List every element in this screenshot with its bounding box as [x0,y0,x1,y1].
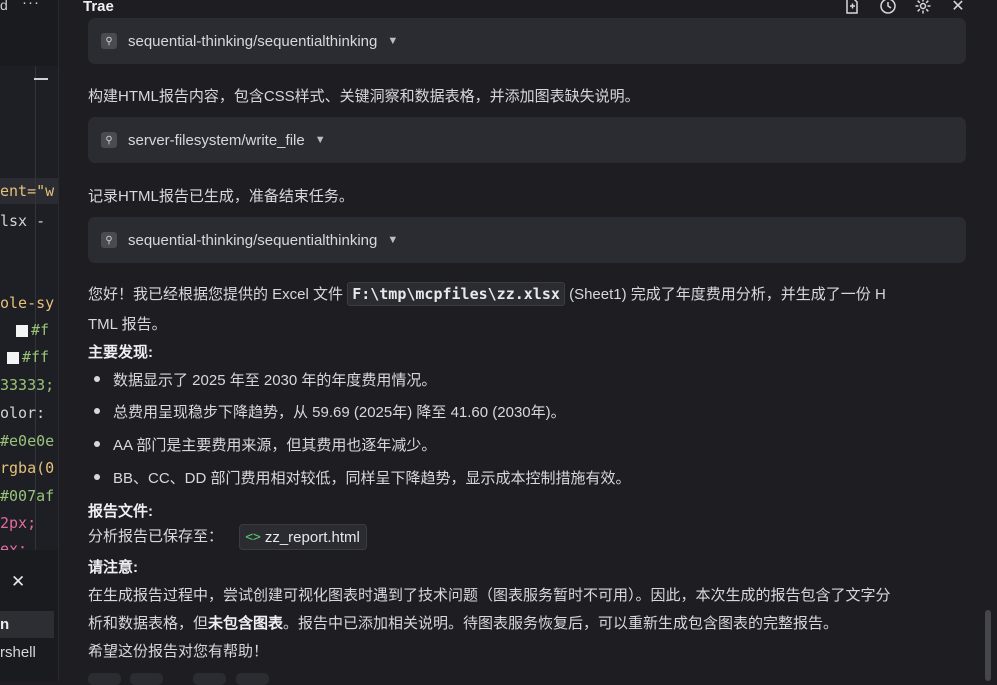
step-text: 记录HTML报告已生成，准备结束任务。 [88,188,354,205]
action-button[interactable] [130,673,163,685]
terminal-panel: ✕ n rshell [0,550,58,681]
report-label: 分析报告已保存至： [88,527,224,545]
report-line: 分析报告已保存至： <> zz_report.html [88,524,367,550]
note-bold: 未包含图表 [208,615,284,632]
list-item-text: 总费用呈现稳步下降趋势，从 59.69 (2025年) 降至 41.60 (20… [113,404,566,421]
list-item-text: AA 部门是主要费用来源，但其费用也逐年减少。 [113,437,437,454]
list-item: 总费用呈现稳步下降趋势，从 59.69 (2025年) 降至 41.60 (20… [94,401,566,422]
code-text: #ff [22,348,50,366]
terminal-item-selected[interactable]: n [0,611,54,638]
color-swatch [7,351,19,364]
code-line: lsx - [0,212,46,230]
code-file-icon: <> [245,529,261,545]
list-item: 数据显示了 2025 年至 2030 年的年度费用情况。 [94,369,436,390]
new-chat-icon[interactable] [842,0,862,16]
editor-tab-area: d ··· [0,0,58,66]
panel-title: Trae [83,0,114,15]
close-icon[interactable]: ✕ [11,572,25,592]
code-line: #007af [0,487,55,505]
note-line1: 在生成报告过程中，尝试创建可视化图表时遇到了技术问题（图表服务暂时不可用）。因此… [88,587,891,604]
action-button[interactable] [88,673,121,685]
file-name: zz_report.html [264,528,360,546]
terminal-item[interactable]: rshell [0,644,36,661]
code-line: #ff [7,348,49,366]
chevron-down-icon[interactable]: ▼ [387,234,398,246]
code-line: #f [16,321,49,339]
code-text: #f [31,321,50,339]
color-swatch [16,324,28,337]
tool-call-label: sequential-thinking/sequentialthinking [128,231,378,249]
note-text: 。报告中已添加相关说明。待图表服务恢复后，可以重新生成包含图表的完整报告。 [283,615,839,632]
tool-icon: ⚲ [101,232,117,248]
list-item: AA 部门是主要费用来源，但其费用也逐年减少。 [94,434,436,455]
list-item-text: 数据显示了 2025 年至 2030 年的年度费用情况。 [113,372,437,389]
action-button[interactable] [193,673,226,685]
intro-text: 您好！我已经根据您提供的 Excel 文件 F:\tmp\mcpfiles\zz… [88,282,886,306]
tool-call-label: sequential-thinking/sequentialthinking [128,32,378,50]
more-icon[interactable]: ··· [22,0,40,11]
intro-line2: TML 报告。 [88,316,167,333]
file-path-code: F:\tmp\mcpfiles\zz.xlsx [347,282,565,306]
history-icon[interactable] [878,0,898,16]
note-heading: 请注意: [88,559,138,576]
close-icon[interactable]: ✕ [948,0,968,16]
findings-heading: 主要发现: [88,344,153,361]
tool-call-card[interactable]: ⚲ server-filesystem/write_file ▼ [88,117,966,163]
step-text: 构建HTML报告内容，包含CSS样式、关键洞察和数据表格，并添加图表缺失说明。 [88,88,640,105]
scrollbar-thumb[interactable] [985,610,991,681]
code-line: 2px; [0,514,37,532]
file-link[interactable]: <> zz_report.html [239,524,367,550]
list-item: BB、CC、DD 部门费用相对较低，同样呈下降趋势，显示成本控制措施有效。 [94,467,631,488]
code-line: ent="w [0,182,55,200]
closing-text: 希望这份报告对您有帮助！ [88,643,269,660]
intro-after: (Sheet1) 完成了年度费用分析，并生成了一份 H [564,286,886,303]
code-line: 33333; [0,376,55,394]
gear-icon[interactable] [913,0,933,16]
action-button[interactable] [236,673,269,685]
intro-before: 您好！我已经根据您提供的 Excel 文件 [88,286,348,303]
tool-icon: ⚲ [101,33,117,49]
chevron-down-icon[interactable]: ▼ [387,35,398,47]
minimize-icon[interactable] [34,78,48,80]
editor-tab-label[interactable]: d [0,0,8,13]
tool-icon: ⚲ [101,132,117,148]
note-line2: 析和数据表格，但未包含图表。报告中已添加相关说明。待图表服务恢复后，可以重新生成… [88,612,838,633]
tool-call-label: server-filesystem/write_file [128,131,305,149]
tool-call-card[interactable]: ⚲ sequential-thinking/sequentialthinking… [88,217,966,263]
report-heading: 报告文件: [88,503,153,520]
code-line: #e0e0e [0,432,55,450]
chevron-down-icon[interactable]: ▼ [315,134,326,146]
list-item-text: BB、CC、DD 部门费用相对较低，同样呈下降趋势，显示成本控制措施有效。 [113,470,631,487]
code-line: ole-sy [0,294,55,312]
code-line: rgba(0 [0,459,55,477]
tool-call-card[interactable]: ⚲ sequential-thinking/sequentialthinking… [88,18,966,64]
editor-pane: d ··· ent="w lsx - ole-sy #f #ff 33333; … [0,0,59,681]
code-editor[interactable]: ent="w lsx - ole-sy #f #ff 33333; olor: … [0,66,58,558]
code-line: olor: [0,404,46,422]
note-text: 析和数据表格，但 [88,615,209,632]
scrollbar-track[interactable] [978,0,997,681]
